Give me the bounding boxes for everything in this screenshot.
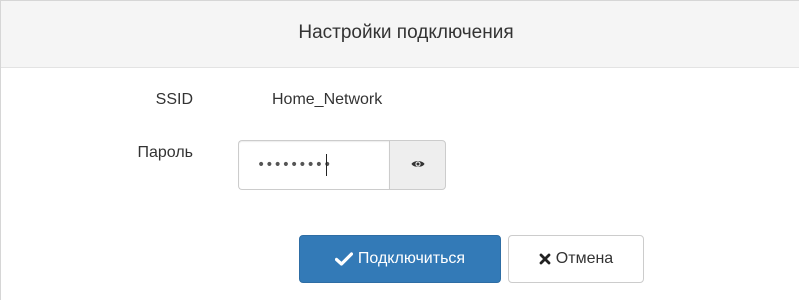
eye-icon [411, 156, 425, 174]
ssid-label: SSID [155, 91, 193, 108]
cancel-button-label: Отмена [555, 250, 614, 267]
toggle-password-visibility-button[interactable] [389, 140, 446, 190]
cancel-button[interactable]: Отмена [508, 235, 644, 283]
check-icon [334, 252, 353, 266]
connection-settings-dialog: Настройки подключения SSID Home_Network … [0, 0, 799, 300]
close-icon [539, 253, 551, 265]
connect-button-label: Подключиться [357, 250, 466, 267]
ssid-value: Home_Network [272, 91, 383, 108]
dialog-header: Настройки подключения [1, 1, 799, 68]
password-label: Пароль [137, 144, 193, 161]
password-input[interactable] [238, 140, 389, 190]
password-field-wrap [238, 140, 389, 190]
password-input-group [238, 140, 446, 190]
text-caret [326, 154, 327, 176]
connect-button[interactable]: Подключиться [299, 235, 501, 283]
dialog-title: Настройки подключения [298, 22, 514, 43]
